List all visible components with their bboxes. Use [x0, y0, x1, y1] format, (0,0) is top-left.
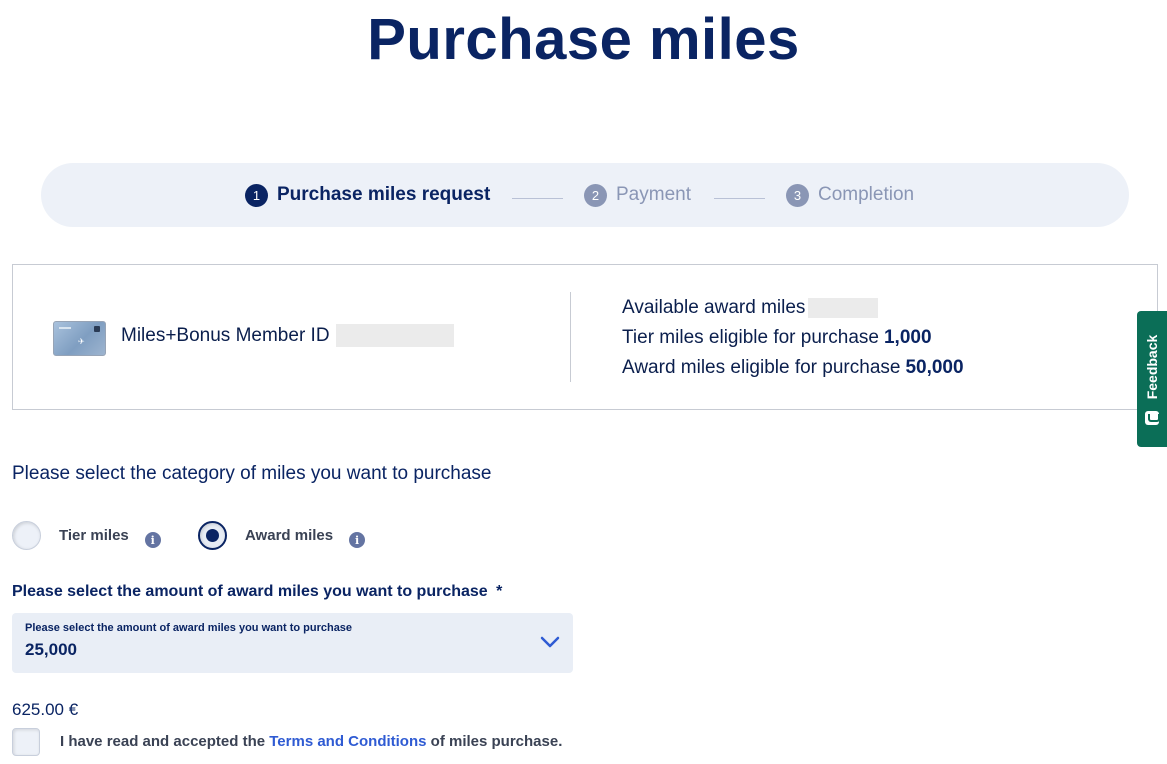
required-marker: *: [496, 583, 503, 600]
award-miles-label[interactable]: Award miles: [245, 527, 333, 544]
award-miles-radio[interactable]: [198, 521, 227, 550]
info-icon[interactable]: i: [144, 532, 161, 548]
available-award-miles-redacted: [808, 298, 879, 318]
step-connector: [714, 198, 765, 199]
step-label: Purchase miles request: [277, 184, 491, 205]
tier-miles-eligible: Tier miles eligible for purchase 1,000: [622, 323, 964, 353]
feedback-button[interactable]: Feedback: [1137, 311, 1167, 447]
membership-card-image: ✈: [53, 321, 106, 356]
terms-text: I have read and accepted the Terms and C…: [60, 733, 562, 750]
member-info-card: ✈ Miles+Bonus Member ID Available award …: [12, 264, 1158, 410]
select-value[interactable]: 25,000: [25, 640, 77, 660]
radio-tier-miles[interactable]: Tier miles i: [12, 521, 161, 550]
award-miles-eligible-value: 50,000: [905, 357, 964, 378]
tier-miles-label[interactable]: Tier miles: [59, 527, 129, 544]
miles-stats: Available award miles Tier miles eligibl…: [622, 293, 964, 383]
tier-miles-eligible-value: 1,000: [883, 327, 932, 348]
member-id-redacted: [335, 324, 454, 347]
amount-question: Please select the amount of award miles …: [12, 583, 502, 601]
tier-miles-eligible-label: Tier miles eligible for purchase: [622, 327, 879, 348]
step-purchase-request: 1 Purchase miles request: [245, 163, 490, 227]
price-total: 625.00 €: [12, 700, 79, 719]
step-payment: 2 Payment: [584, 163, 691, 227]
terms-checkbox[interactable]: [12, 728, 40, 756]
category-question: Please select the category of miles you …: [12, 463, 492, 484]
award-miles-eligible: Award miles eligible for purchase 50,000: [622, 353, 964, 383]
terms-link[interactable]: Terms and Conditions: [269, 733, 426, 750]
feedback-icon[interactable]: [1145, 411, 1160, 425]
available-award-miles: Available award miles: [622, 293, 964, 323]
award-miles-eligible-label: Award miles eligible for purchase: [622, 357, 901, 378]
terms-suffix: of miles purchase.: [430, 733, 563, 750]
progress-stepper: 1 Purchase miles request 2 Payment 3 Com…: [41, 163, 1129, 227]
select-floating-label: Please select the amount of award miles …: [25, 622, 353, 634]
step-number: 3: [786, 183, 809, 207]
radio-award-miles[interactable]: Award miles i: [198, 521, 366, 550]
amount-question-text: Please select the amount of award miles …: [12, 583, 488, 600]
step-label: Completion: [818, 184, 915, 205]
step-label: Payment: [616, 184, 691, 205]
tier-miles-radio[interactable]: [12, 521, 41, 550]
chevron-down-icon[interactable]: [540, 632, 560, 652]
page-title: Purchase miles: [367, 7, 800, 72]
step-number: 2: [584, 183, 607, 207]
available-award-miles-label: Available award miles: [622, 297, 806, 318]
divider: [570, 292, 571, 382]
step-number: 1: [245, 183, 268, 207]
award-miles-amount-select[interactable]: Please select the amount of award miles …: [12, 613, 573, 673]
terms-prefix: I have read and accepted the: [60, 733, 266, 750]
step-completion: 3 Completion: [786, 163, 914, 227]
feedback-label[interactable]: Feedback: [1144, 335, 1160, 400]
member-id-label: Miles+Bonus Member ID: [121, 324, 330, 346]
member-id: Miles+Bonus Member ID: [121, 324, 454, 347]
step-connector: [512, 198, 563, 199]
info-icon[interactable]: i: [349, 532, 366, 548]
